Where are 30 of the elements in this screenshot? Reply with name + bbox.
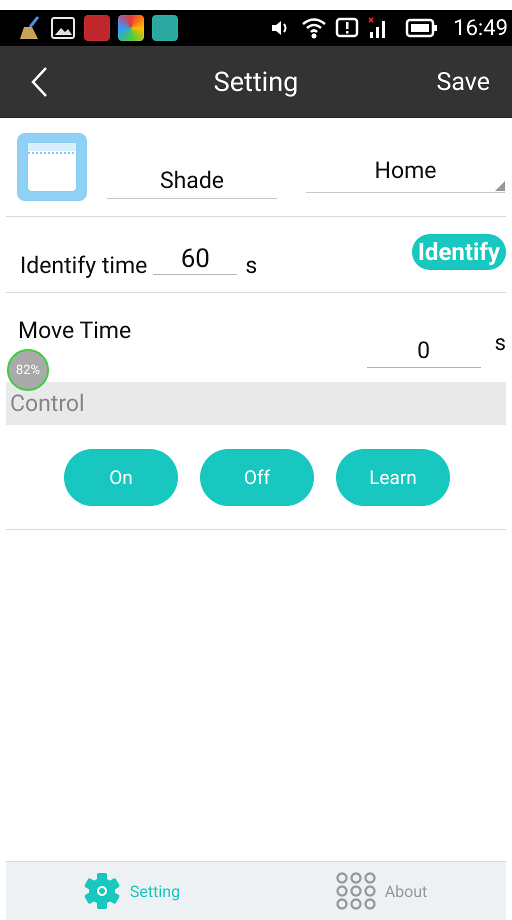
- section-header: Control: [6, 382, 506, 425]
- bottom-tab[interactable]: Setting: [6, 862, 256, 920]
- unit-label: s: [245, 252, 258, 279]
- battery-icon: [405, 17, 440, 39]
- app-icon[interactable]: [152, 15, 178, 41]
- identify-button[interactable]: Identify: [412, 234, 506, 270]
- dropdown-corner-icon: [495, 181, 505, 191]
- identify-time-label: Identify time: [20, 252, 148, 279]
- clock-time: 16:49: [453, 16, 508, 40]
- shade-icon: [17, 133, 87, 201]
- bottom-tab[interactable]: About: [256, 862, 506, 920]
- alert-icon: [335, 17, 360, 39]
- grid-icon: [334, 871, 377, 911]
- app-icon[interactable]: [118, 15, 144, 41]
- move-time-label: Move Time: [18, 317, 132, 344]
- control-button[interactable]: Off: [200, 448, 314, 506]
- device-name-field[interactable]: Shade: [107, 163, 277, 199]
- save-button[interactable]: Save: [436, 68, 512, 96]
- image-icon[interactable]: [50, 15, 76, 41]
- page-title: Setting: [214, 66, 298, 98]
- back-icon: [30, 66, 50, 98]
- gear-icon: [82, 871, 122, 911]
- move-time-field[interactable]: 0: [366, 337, 481, 368]
- control-button[interactable]: Learn: [336, 448, 450, 506]
- wifi-icon: [301, 16, 328, 40]
- control-button[interactable]: On: [64, 448, 178, 506]
- floating-badge[interactable]: 82%: [7, 349, 49, 391]
- room-dropdown[interactable]: Home: [306, 153, 505, 193]
- identify-time-field[interactable]: 60: [153, 244, 238, 275]
- unit-label: s: [494, 331, 506, 356]
